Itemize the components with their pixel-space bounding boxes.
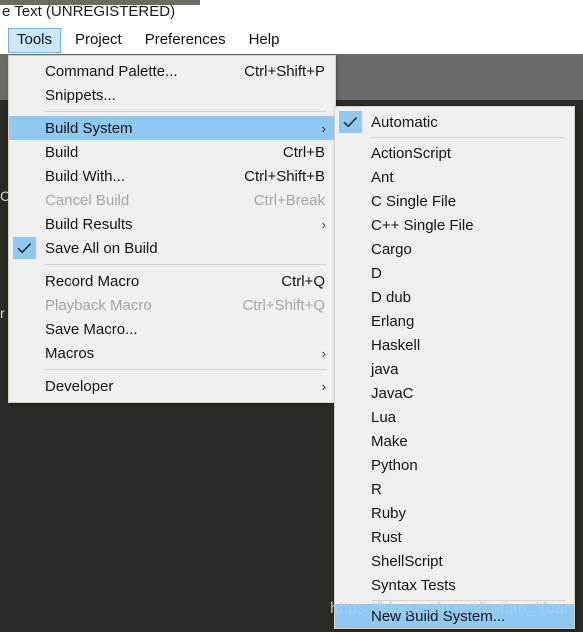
menu-item-label: Developer <box>45 377 114 395</box>
chevron-right-icon: › <box>321 378 326 394</box>
submenu-item-label: Lua <box>371 408 397 426</box>
chevron-right-icon: › <box>321 120 326 136</box>
menu-item-build-results[interactable]: Build Results › <box>9 212 335 236</box>
submenu-item-label: Syntax Tests <box>371 576 456 594</box>
submenu-item-label: Ruby <box>371 504 407 522</box>
submenu-item-label: Rust <box>371 528 402 546</box>
menubar-item-help[interactable]: Help <box>240 28 289 53</box>
submenu-item-label: ActionScript <box>371 144 452 162</box>
menubar-item-project[interactable]: Project <box>66 28 131 53</box>
menu-item-label: Build With... <box>45 167 126 185</box>
menu-item-label: Save All on Build <box>45 239 158 257</box>
submenu-item-label: C Single File <box>371 192 457 210</box>
menu-item-label: Record Macro <box>45 272 140 290</box>
menu-item-shortcut: Ctrl+Shift+B <box>244 167 325 185</box>
submenu-item-new-build-system[interactable]: New Build System... <box>335 604 574 628</box>
menu-separator <box>45 111 327 112</box>
submenu-item-d[interactable]: D <box>335 261 574 285</box>
menu-item-playback-macro: Playback Macro Ctrl+Shift+Q <box>9 293 335 317</box>
menu-item-developer[interactable]: Developer › <box>9 374 335 398</box>
menubar-item-tools[interactable]: Tools <box>8 28 62 53</box>
submenu-item-label: java <box>371 360 399 378</box>
menubar-item-preferences[interactable]: Preferences <box>136 28 235 53</box>
submenu-item-label: D dub <box>371 288 412 306</box>
menu-item-record-macro[interactable]: Record Macro Ctrl+Q <box>9 269 335 293</box>
submenu-item-rust[interactable]: Rust <box>335 525 574 549</box>
submenu-item-shellscript[interactable]: ShellScript <box>335 549 574 573</box>
tools-dropdown-menu: Command Palette... Ctrl+Shift+P Snippets… <box>8 55 336 403</box>
menu-item-label: Build System <box>45 119 133 137</box>
submenu-separator <box>371 600 566 601</box>
menu-bar: Tools Project Preferences Help <box>0 27 583 54</box>
build-system-submenu: Automatic ActionScript Ant C Single File… <box>334 106 575 629</box>
menu-item-build[interactable]: Build Ctrl+B <box>9 140 335 164</box>
submenu-item-cpp-single-file[interactable]: C++ Single File <box>335 213 574 237</box>
submenu-item-cargo[interactable]: Cargo <box>335 237 574 261</box>
submenu-item-label: JavaC <box>371 384 414 402</box>
submenu-item-label: Python <box>371 456 418 474</box>
submenu-item-label: New Build System... <box>371 607 506 625</box>
menu-item-label: Macros <box>45 344 95 362</box>
submenu-item-label: C++ Single File <box>371 216 474 234</box>
app-window: C r e Text (UNREGISTERED) Tools Project … <box>0 0 583 632</box>
menu-separator <box>45 264 327 265</box>
submenu-item-r[interactable]: R <box>335 477 574 501</box>
menu-item-shortcut: Ctrl+Q <box>281 272 325 290</box>
submenu-item-erlang[interactable]: Erlang <box>335 309 574 333</box>
submenu-item-label: Ant <box>371 168 394 186</box>
submenu-item-label: R <box>371 480 382 498</box>
submenu-item-ruby[interactable]: Ruby <box>335 501 574 525</box>
submenu-item-d-dub[interactable]: D dub <box>335 285 574 309</box>
menu-item-shortcut: Ctrl+Shift+Q <box>242 296 325 314</box>
submenu-item-label: Make <box>371 432 408 450</box>
submenu-item-ant[interactable]: Ant <box>335 165 574 189</box>
menu-item-label: Build Results <box>45 215 133 233</box>
submenu-item-python[interactable]: Python <box>335 453 574 477</box>
menu-item-shortcut: Ctrl+Break <box>253 191 325 209</box>
menu-item-command-palette[interactable]: Command Palette... Ctrl+Shift+P <box>9 59 335 83</box>
submenu-item-automatic[interactable]: Automatic <box>335 110 574 134</box>
submenu-item-label: Automatic <box>371 113 438 131</box>
menu-item-label: Cancel Build <box>45 191 130 209</box>
window-title: e Text (UNREGISTERED) <box>2 3 176 20</box>
menu-item-label: Build <box>45 143 79 161</box>
submenu-item-label: ShellScript <box>371 552 443 570</box>
title-bar: e Text (UNREGISTERED) <box>0 0 583 27</box>
submenu-separator <box>371 137 566 138</box>
submenu-item-label: Haskell <box>371 336 421 354</box>
submenu-item-actionscript[interactable]: ActionScript <box>335 141 574 165</box>
submenu-item-syntax-tests[interactable]: Syntax Tests <box>335 573 574 597</box>
submenu-item-label: Cargo <box>371 240 412 258</box>
menu-item-shortcut: Ctrl+Shift+P <box>244 62 325 80</box>
chevron-right-icon: › <box>321 216 326 232</box>
menu-item-label: Save Macro... <box>45 320 138 338</box>
submenu-item-javac[interactable]: JavaC <box>335 381 574 405</box>
submenu-item-label: D <box>371 264 382 282</box>
submenu-item-make[interactable]: Make <box>335 429 574 453</box>
menu-item-build-with[interactable]: Build With... Ctrl+Shift+B <box>9 164 335 188</box>
submenu-item-lua[interactable]: Lua <box>335 405 574 429</box>
checkmark-icon <box>13 237 36 259</box>
submenu-item-haskell[interactable]: Haskell <box>335 333 574 357</box>
menu-item-build-system[interactable]: Build System › <box>9 116 335 140</box>
editor-ghost-char-2: r <box>0 305 5 321</box>
chevron-right-icon: › <box>321 345 326 361</box>
submenu-item-label: Erlang <box>371 312 415 330</box>
menu-item-label: Command Palette... <box>45 62 178 80</box>
menu-item-cancel-build: Cancel Build Ctrl+Break <box>9 188 335 212</box>
menu-item-macros[interactable]: Macros › <box>9 341 335 365</box>
checkmark-icon <box>339 111 362 133</box>
submenu-item-java[interactable]: java <box>335 357 574 381</box>
menu-item-save-macro[interactable]: Save Macro... <box>9 317 335 341</box>
menu-item-save-all-on-build[interactable]: Save All on Build <box>9 236 335 260</box>
menu-item-shortcut: Ctrl+B <box>282 143 325 161</box>
menu-item-label: Snippets... <box>45 86 116 104</box>
menu-item-label: Playback Macro <box>45 296 152 314</box>
submenu-item-c-single-file[interactable]: C Single File <box>335 189 574 213</box>
menu-separator <box>45 369 327 370</box>
menu-item-snippets[interactable]: Snippets... <box>9 83 335 107</box>
